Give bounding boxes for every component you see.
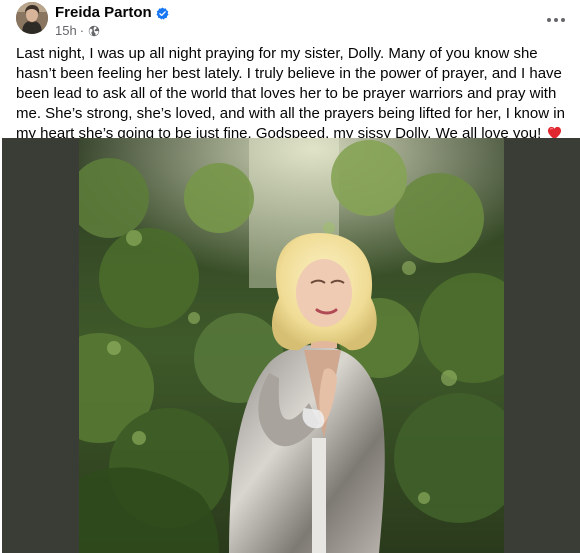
globe-icon[interactable] (88, 25, 100, 37)
post-text-container: Last night, I was up all night praying f… (16, 44, 572, 144)
post-meta: 15h · (55, 23, 100, 39)
post-photo[interactable] (79, 138, 504, 553)
author-avatar[interactable] (16, 2, 48, 34)
facebook-post: Freida Parton 15h · Last night, I was up… (0, 0, 580, 553)
post-image-frame (2, 138, 580, 553)
post-options-button[interactable] (539, 3, 573, 37)
post-header: Freida Parton 15h · (0, 0, 580, 44)
author-name[interactable]: Freida Parton (55, 4, 152, 22)
post-text: Last night, I was up all night praying f… (16, 45, 565, 142)
post-timestamp[interactable]: 15h (55, 23, 77, 39)
more-horizontal-icon (547, 18, 565, 22)
meta-separator: · (79, 23, 85, 38)
verified-badge-icon (156, 6, 169, 20)
